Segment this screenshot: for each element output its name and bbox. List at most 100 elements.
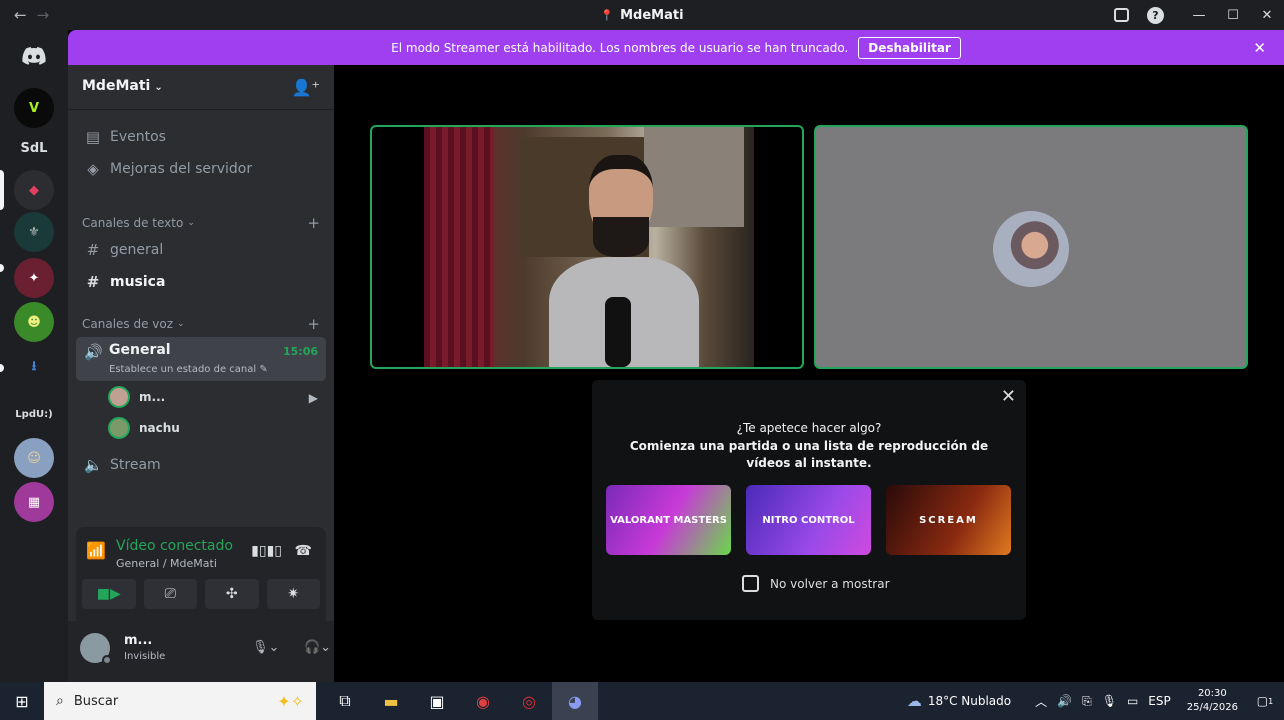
clock-date: 25/4/2026 [1186,702,1238,713]
pin-icon: 📍 [600,8,615,22]
unread-pill [0,364,4,372]
server-icon[interactable]: ⭳ [14,348,54,388]
disconnect-icon[interactable]: ☎ [295,543,312,559]
server-name-header[interactable]: MdeMati ⌄ [82,78,163,94]
clock-time: 20:30 [1197,688,1227,699]
voice-connected-title: Vídeo conectado [116,538,233,554]
participant-avatar [993,211,1069,287]
discord-taskbar-icon[interactable]: ◕ [552,682,598,720]
activity-card-scream[interactable]: SCREAM [886,485,1011,555]
server-icon[interactable]: LpdU:) [14,394,54,434]
voice-channels-category[interactable]: Canales de voz ⌄ + [82,314,320,334]
activity-card-valorant[interactable]: VALORANT MASTERS [606,485,731,555]
camera-button[interactable]: ■▶ [82,579,136,609]
display-icon[interactable]: ▭ [1127,694,1138,708]
boosts-label: Mejoras del servidor [110,161,253,177]
channel-musica[interactable]: # musica [76,267,326,297]
discord-home-icon[interactable] [14,36,54,76]
channel-sidebar: MdeMati ⌄ 👤⁺ ▤ Eventos ◈ Mejoras del servid… [68,65,366,682]
title-bar: ← → 📍 MdeMati ? — ☐ ✕ [0,0,1284,30]
speaker-icon: 🔈 [84,456,103,474]
channel-status-prompt[interactable]: Establece un estado de canal ✎ [109,364,268,375]
add-user-icon[interactable]: 👤⁺ [292,78,320,97]
network-icon[interactable]: ⎘ [1082,694,1092,709]
user-name[interactable]: m... [124,633,152,648]
banner-text: El modo Streamer está habilitado. Los no… [391,40,849,55]
soundboard-button[interactable]: ✷ [266,579,320,609]
clock[interactable]: 20:30 25/4/2026 [1187,687,1238,715]
weather-widget[interactable]: ☁ 18°C Nublado [907,692,1011,710]
back-arrow-icon[interactable]: ← [14,6,27,24]
add-channel-icon[interactable]: + [307,315,320,333]
text-channels-category[interactable]: Canales de texto ⌄ + [82,213,320,233]
server-icon[interactable]: ☺ [14,438,54,478]
activity-suggestion-popup: ✕ ¿Te apetece hacer algo? Comienza una p… [592,380,1026,620]
server-name-text: MdeMati [82,78,151,94]
language-indicator[interactable]: ESP [1148,694,1170,708]
voice-user[interactable]: m... [108,384,165,410]
close-icon[interactable]: ✕ [1253,39,1266,57]
taskbar-search[interactable]: ⌕ Buscar ✦✧ [44,682,316,720]
video-stage: ✕ ¿Te apetece hacer algo? Comienza una p… [334,65,1284,682]
status-prompt-text: Establece un estado de canal [109,364,257,375]
maximize-button[interactable]: ☐ [1216,0,1250,30]
search-placeholder: Buscar [73,693,119,709]
screen-share-button[interactable]: ⎚ [143,579,197,609]
close-window-button[interactable]: ✕ [1250,0,1284,30]
noise-suppression-icon[interactable]: ▮▯▮▯ [251,543,282,559]
video-tile-camera[interactable] [370,125,804,369]
video-tile-avatar[interactable] [814,125,1248,369]
hashtag-icon: # [86,273,100,291]
user-panel: m... Invisible 🎙⌄ 🎧⌄ ⚙ [68,621,366,682]
channel-label: general [110,242,164,258]
activity-card-nitro-control[interactable]: NITRO CONTROL [746,485,871,555]
close-icon[interactable]: ✕ [1001,386,1016,407]
sidebar-item-events[interactable]: ▤ Eventos [76,122,326,152]
server-icon[interactable]: ◆ [14,170,54,210]
volume-icon[interactable]: 🔊 [1057,694,1072,708]
voice-channel-stream[interactable]: 🔈 Stream [76,450,326,480]
category-label: Canales de voz [82,317,174,331]
app-icon[interactable]: ▣ [414,682,460,720]
server-icon[interactable]: ☻ [14,302,54,342]
chevron-down-icon: ⌄ [187,218,195,228]
checkbox-box[interactable] [742,575,759,592]
cloud-icon: ☁ [906,692,922,710]
add-channel-icon[interactable]: + [307,214,320,232]
inbox-icon[interactable] [1114,8,1129,22]
activities-button[interactable]: ✣ [205,579,259,609]
dont-show-again-checkbox[interactable]: No volver a mostrar [742,575,890,592]
forward-arrow-icon[interactable]: → [37,6,50,24]
voice-channel-timer: 15:06 [282,345,318,358]
chevron-up-icon[interactable]: ︿ [1035,693,1047,710]
server-icon[interactable]: V [14,88,54,128]
microphone-icon[interactable]: 🎙 [1102,694,1117,708]
file-explorer-icon[interactable]: ▬ [368,682,414,720]
camera-feed [424,127,754,367]
popup-subtitle: Comienza una partida o una lista de repr… [629,439,989,470]
windows-start-icon[interactable]: ⊞ [0,682,44,720]
headphones-icon[interactable]: 🎧⌄ [304,640,331,655]
window-title-text: MdeMati [620,7,684,23]
sidebar-item-boosts[interactable]: ◈ Mejoras del servidor [76,154,326,184]
task-view-icon[interactable]: ⧉ [322,682,368,720]
server-icon[interactable]: ▦ [14,482,54,522]
popup-question: ¿Te apetece hacer algo? [736,421,882,435]
chrome-icon[interactable]: ◉ [460,682,506,720]
signal-icon[interactable]: 📶 [86,541,106,560]
voice-channel-general[interactable]: 🔊 General 15:06 Establece un estado de c… [76,337,326,381]
voice-user-name: nachu [139,421,180,435]
streamer-figure [549,147,699,367]
server-icon[interactable]: SdL [14,128,54,168]
microphone-icon[interactable]: 🎙⌄ [252,640,279,655]
server-icon[interactable]: ✦ [14,258,54,298]
minimize-button[interactable]: — [1182,0,1216,30]
channel-general[interactable]: # general [76,235,326,265]
notifications-icon[interactable]: ▢ 1 [1252,689,1278,713]
disable-streamer-button[interactable]: Deshabilitar [858,36,961,59]
voice-connected-subtitle[interactable]: General / MdeMati [116,557,217,570]
voice-user[interactable]: nachu [108,415,180,441]
obs-icon[interactable]: ◎ [506,682,552,720]
server-icon[interactable]: ⚜ [14,212,54,252]
help-icon[interactable]: ? [1147,6,1164,24]
